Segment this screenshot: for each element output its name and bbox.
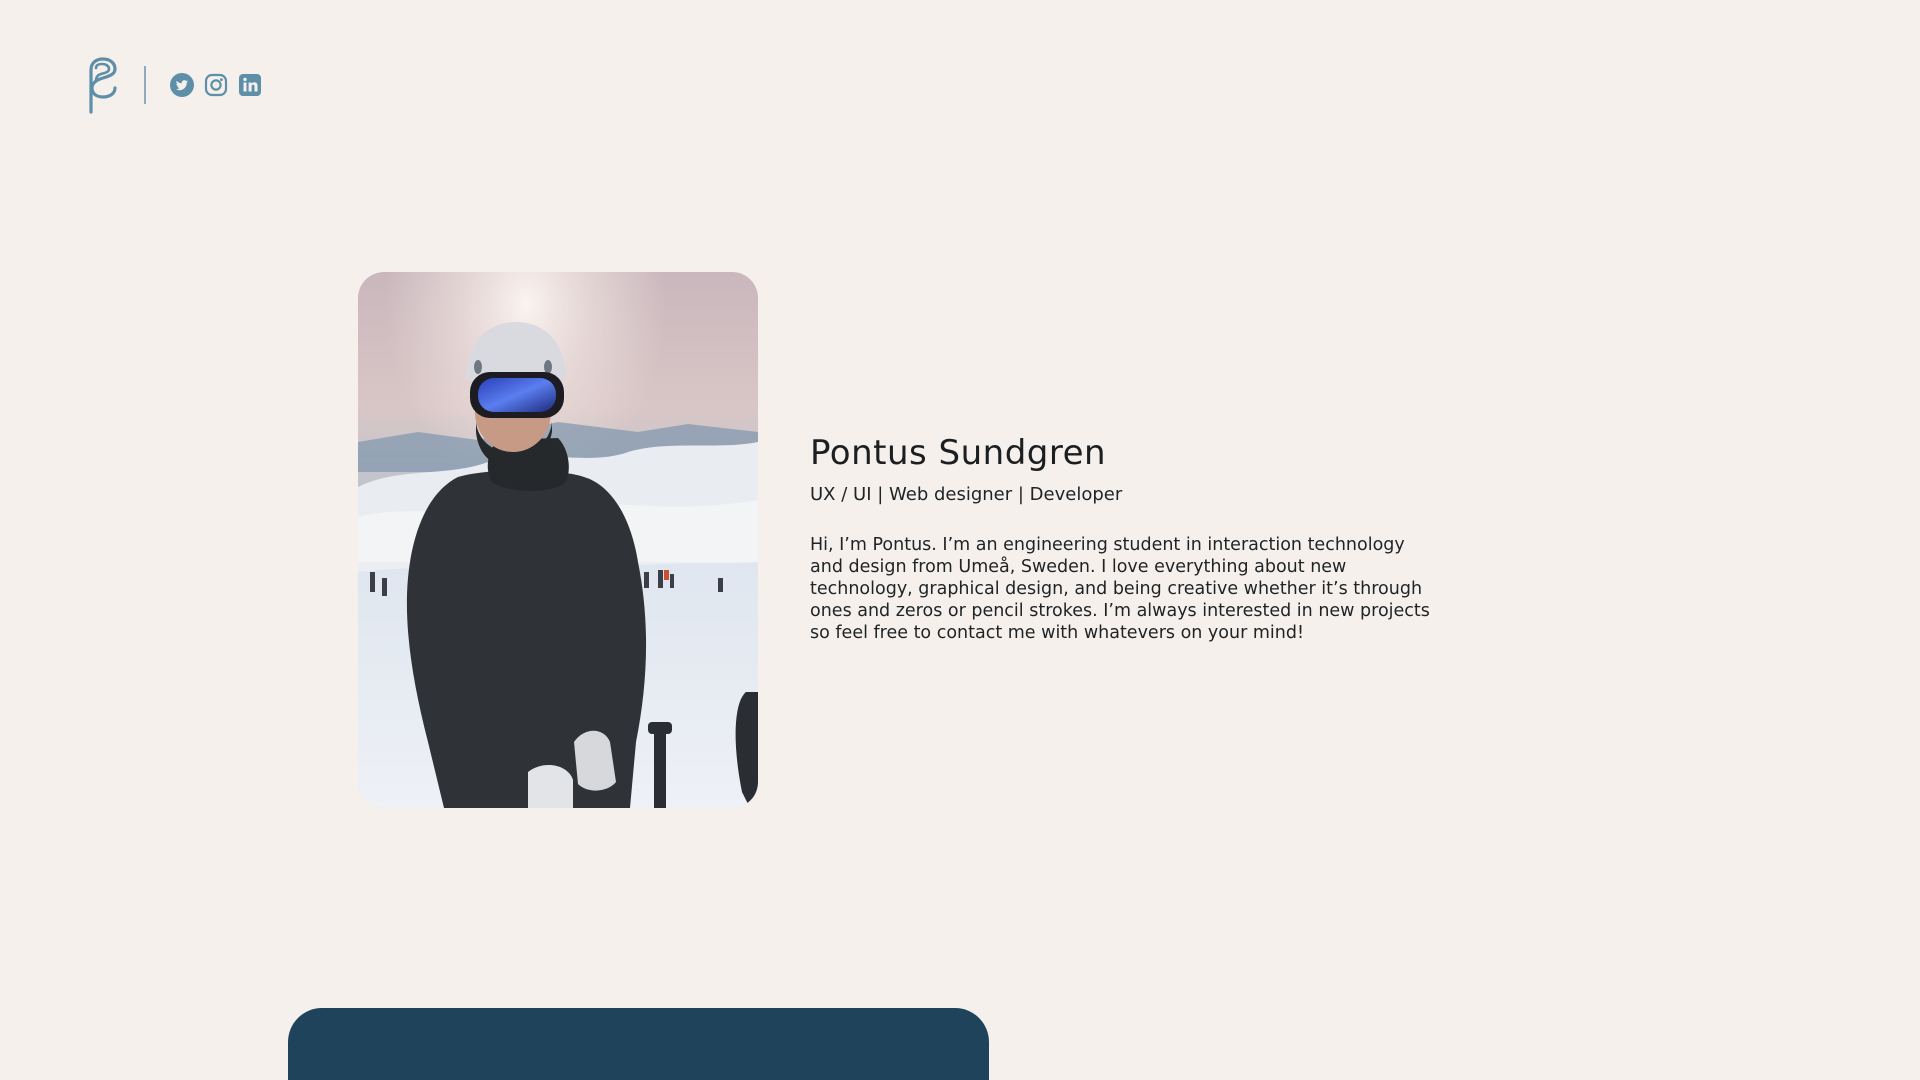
header	[86, 56, 262, 114]
linkedin-icon	[239, 74, 261, 96]
twitter-link[interactable]	[170, 73, 194, 97]
intro-section: Pontus Sundgren UX / UI | Web designer |…	[810, 430, 1450, 644]
home-logo-link[interactable]	[86, 56, 120, 114]
page: Pontus Sundgren UX / UI | Web designer |…	[0, 0, 1920, 1080]
instagram-link[interactable]	[204, 73, 228, 97]
profile-photo-illustration	[358, 272, 758, 808]
profile-tagline: UX / UI | Web designer | Developer	[810, 484, 1123, 505]
profile-name: Pontus Sundgren	[810, 433, 1107, 473]
ps-monogram-logo-icon	[89, 57, 117, 114]
profile-bio: Hi, I’m Pontus. I’m an engineering stude…	[810, 535, 1430, 643]
social-links	[170, 73, 262, 97]
linkedin-link[interactable]	[238, 73, 262, 97]
header-divider	[144, 66, 146, 104]
twitter-icon	[170, 73, 194, 97]
instagram-icon	[204, 73, 228, 97]
next-section-card	[288, 1008, 989, 1080]
profile-photo	[358, 272, 758, 808]
